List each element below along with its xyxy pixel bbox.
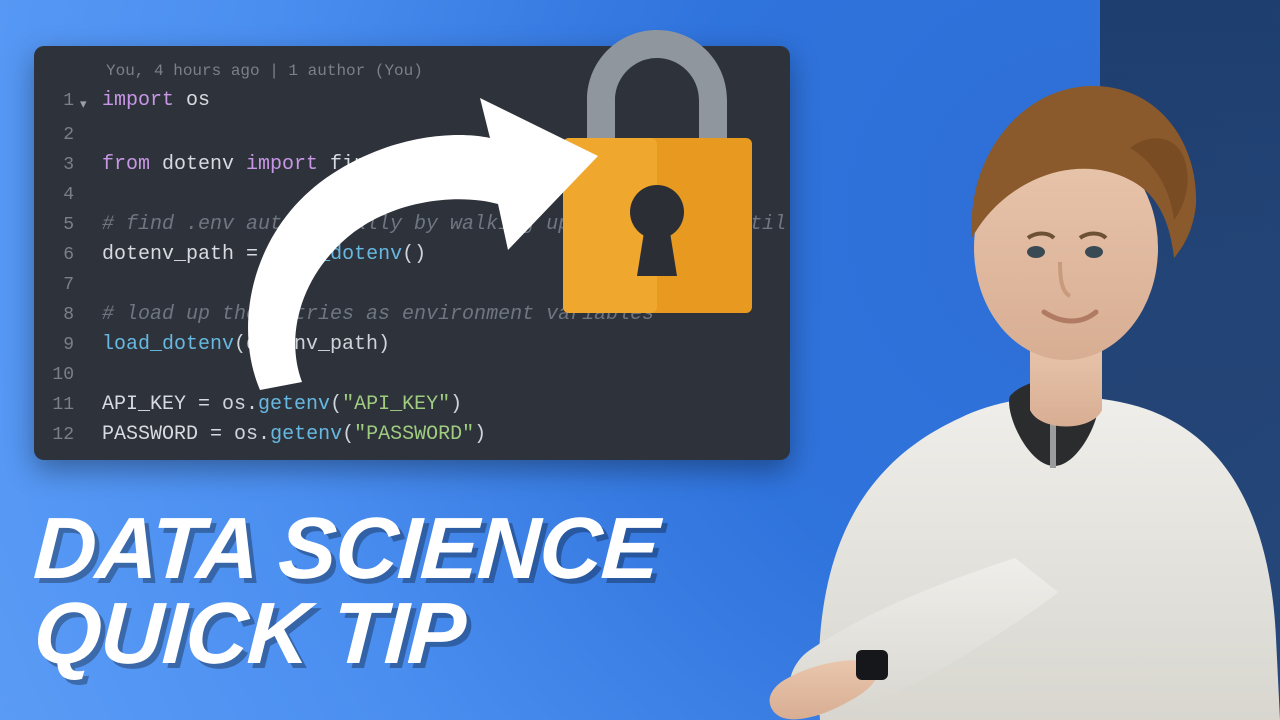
line-number: 12 bbox=[34, 420, 80, 450]
line-number: 11 bbox=[34, 390, 80, 420]
line-number: 4 bbox=[34, 180, 80, 210]
code-line: 11 API_KEY = os.getenv("API_KEY") bbox=[34, 390, 772, 420]
code-editor-panel: You, 4 hours ago | 1 author (You) 1 ▾ im… bbox=[34, 46, 790, 460]
headline-line-2: QUICK TIP bbox=[32, 591, 661, 676]
code-line: 10 bbox=[34, 360, 772, 390]
code-line: 5 # find .env automatically by walking u… bbox=[34, 210, 772, 240]
line-number: 7 bbox=[34, 270, 80, 300]
code-line: 1 ▾ import os bbox=[34, 86, 772, 120]
keyword-import: import bbox=[102, 89, 174, 112]
chevron-down-icon: ▾ bbox=[80, 86, 96, 120]
blame-annotation: You, 4 hours ago | 1 author (You) bbox=[106, 60, 772, 82]
line-number: 6 bbox=[34, 240, 80, 270]
code-line: 8 # load up the entries as environment v… bbox=[34, 300, 772, 330]
presenter-photo bbox=[760, 38, 1280, 720]
code-line: 3 from dotenv import find_dotenv, load_d… bbox=[34, 150, 772, 180]
line-number: 1 bbox=[34, 86, 80, 116]
line-number: 3 bbox=[34, 150, 80, 180]
code-line: 6 dotenv_path = find_dotenv() bbox=[34, 240, 772, 270]
headline: DATA SCIENCE QUICK TIP bbox=[34, 506, 658, 677]
code-line: 7 bbox=[34, 270, 772, 300]
headline-line-1: DATA SCIENCE bbox=[32, 506, 661, 591]
line-number: 2 bbox=[34, 120, 80, 150]
line-number: 9 bbox=[34, 330, 80, 360]
line-number: 8 bbox=[34, 300, 80, 330]
code-line: 9 load_dotenv(dotenv_path) bbox=[34, 330, 772, 360]
line-number: 5 bbox=[34, 210, 80, 240]
code-comment: # load up the entries as environment var… bbox=[96, 300, 654, 330]
code-line: 4 bbox=[34, 180, 772, 210]
code-line: 12 PASSWORD = os.getenv("PASSWORD") bbox=[34, 420, 772, 450]
code-line: 2 bbox=[34, 120, 772, 150]
code-comment: # find .env automatically by walking up … bbox=[96, 210, 790, 240]
line-number: 10 bbox=[34, 360, 80, 390]
